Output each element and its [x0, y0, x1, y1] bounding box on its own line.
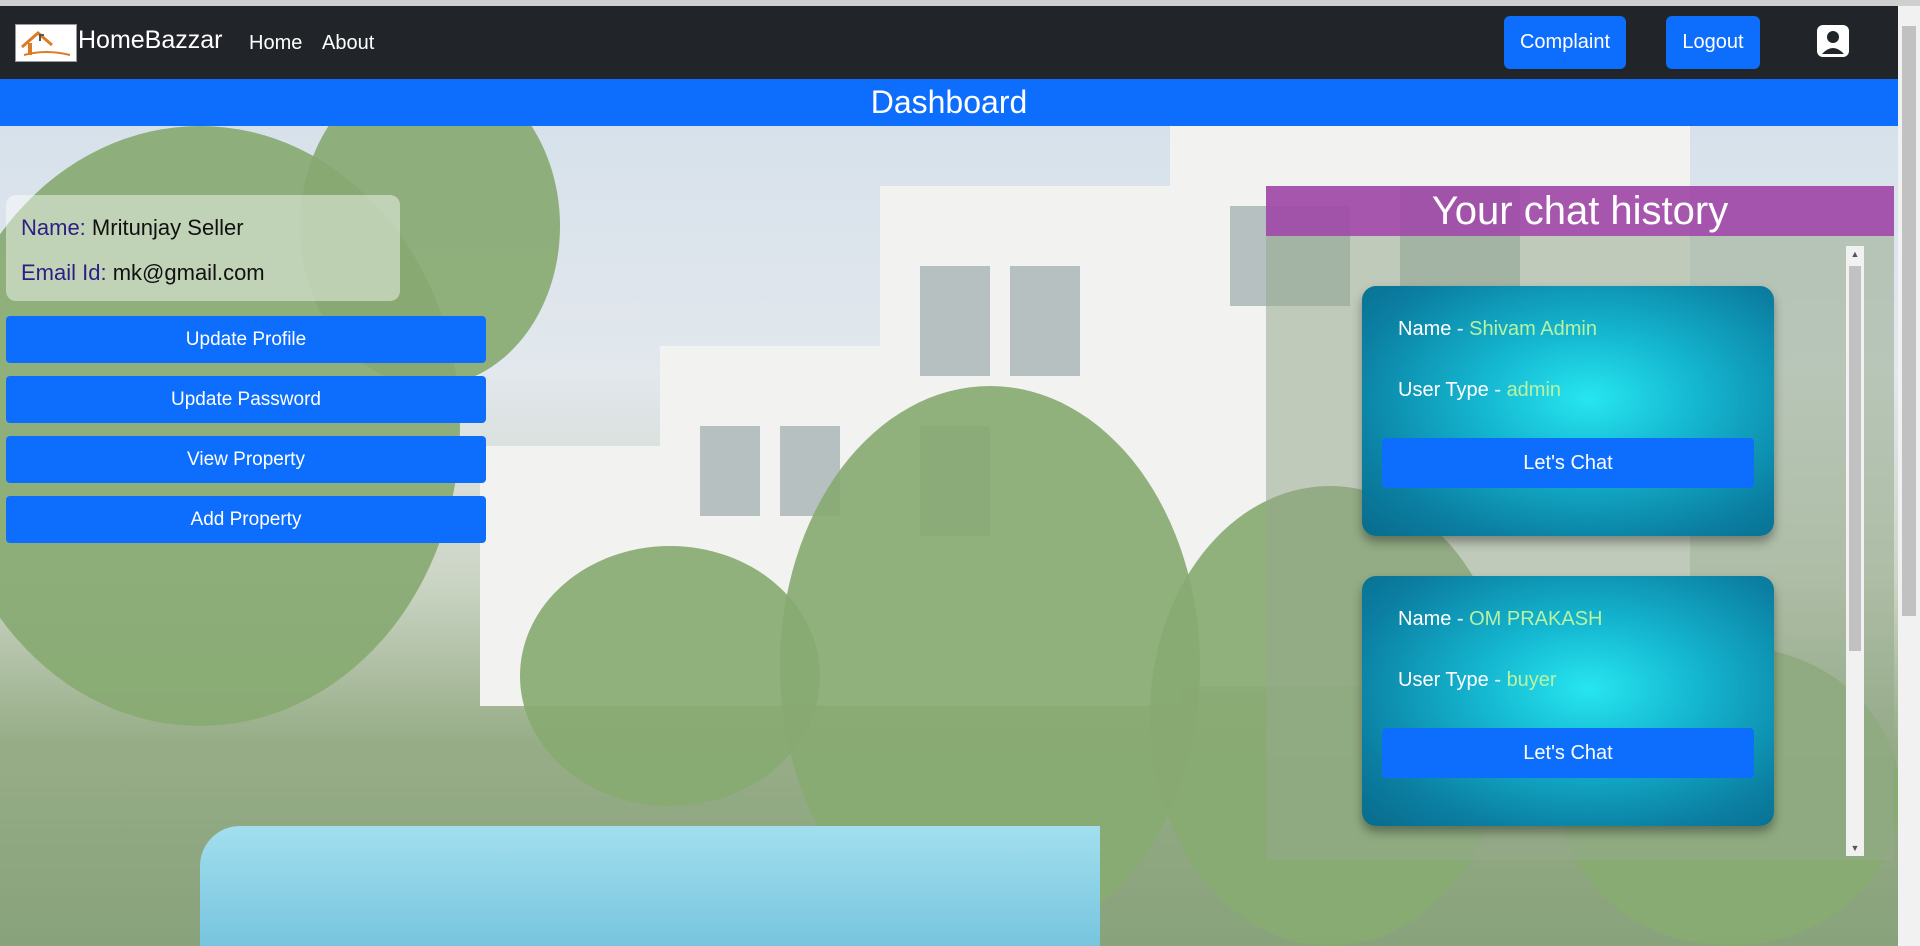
- chat-scroll-thumb[interactable]: [1849, 266, 1861, 651]
- scroll-up-icon[interactable]: ▲: [1849, 248, 1861, 260]
- homebazzar-logo[interactable]: [15, 24, 77, 62]
- user-profile-icon[interactable]: [1816, 24, 1850, 58]
- complaint-button[interactable]: Complaint: [1504, 16, 1626, 69]
- window-scrollbar[interactable]: [1898, 6, 1920, 946]
- lets-chat-button[interactable]: Let's Chat: [1382, 438, 1754, 488]
- view-property-button[interactable]: View Property: [6, 436, 486, 483]
- chat-name-value: Shivam Admin: [1469, 318, 1597, 340]
- chat-type-label: User Type -: [1398, 669, 1507, 691]
- chat-history-title: Your chat history: [1266, 186, 1894, 236]
- chat-history-panel: Your chat history Name - Shivam Admin Us…: [1266, 186, 1894, 860]
- brand-name[interactable]: HomeBazzar: [78, 26, 223, 55]
- chat-type-value: buyer: [1506, 669, 1557, 691]
- window-scroll-thumb[interactable]: [1902, 26, 1916, 616]
- chat-card-type-row: User Type - admin: [1398, 379, 1561, 402]
- user-email: mk@gmail.com: [112, 260, 265, 285]
- lets-chat-button[interactable]: Let's Chat: [1382, 728, 1754, 778]
- add-property-button[interactable]: Add Property: [6, 496, 486, 543]
- nav-link-home[interactable]: Home: [249, 32, 302, 55]
- email-label: Email Id:: [21, 260, 107, 285]
- nav-link-about[interactable]: About: [322, 32, 374, 55]
- user-name: Mritunjay Seller: [91, 215, 244, 240]
- chat-type-label: User Type -: [1398, 379, 1507, 401]
- chat-card-type-row: User Type - buyer: [1398, 669, 1557, 692]
- update-profile-button[interactable]: Update Profile: [6, 316, 486, 363]
- name-label: Name:: [21, 215, 86, 240]
- scroll-down-icon[interactable]: ▼: [1849, 842, 1861, 854]
- chat-type-value: admin: [1506, 379, 1562, 401]
- chat-card: Name - Shivam Admin User Type - admin Le…: [1362, 286, 1774, 536]
- update-password-button[interactable]: Update Password: [6, 376, 486, 423]
- chat-card: Name - OM PRAKASH User Type - buyer Let'…: [1362, 576, 1774, 826]
- logout-button[interactable]: Logout: [1666, 16, 1760, 69]
- dashboard-header: Dashboard: [0, 79, 1898, 126]
- chat-name-label: Name -: [1398, 318, 1470, 340]
- navbar: HomeBazzar Home About Complaint Logout: [0, 6, 1898, 79]
- chat-name-label: Name -: [1398, 608, 1470, 630]
- chat-scrollbar[interactable]: ▲ ▼: [1846, 246, 1864, 856]
- chat-name-value: OM PRAKASH: [1469, 608, 1603, 630]
- user-info-card: Name: Mritunjay Seller Email Id: mk@gmai…: [6, 195, 400, 301]
- chat-card-name-row: Name - Shivam Admin: [1398, 318, 1597, 341]
- chat-card-name-row: Name - OM PRAKASH: [1398, 608, 1602, 631]
